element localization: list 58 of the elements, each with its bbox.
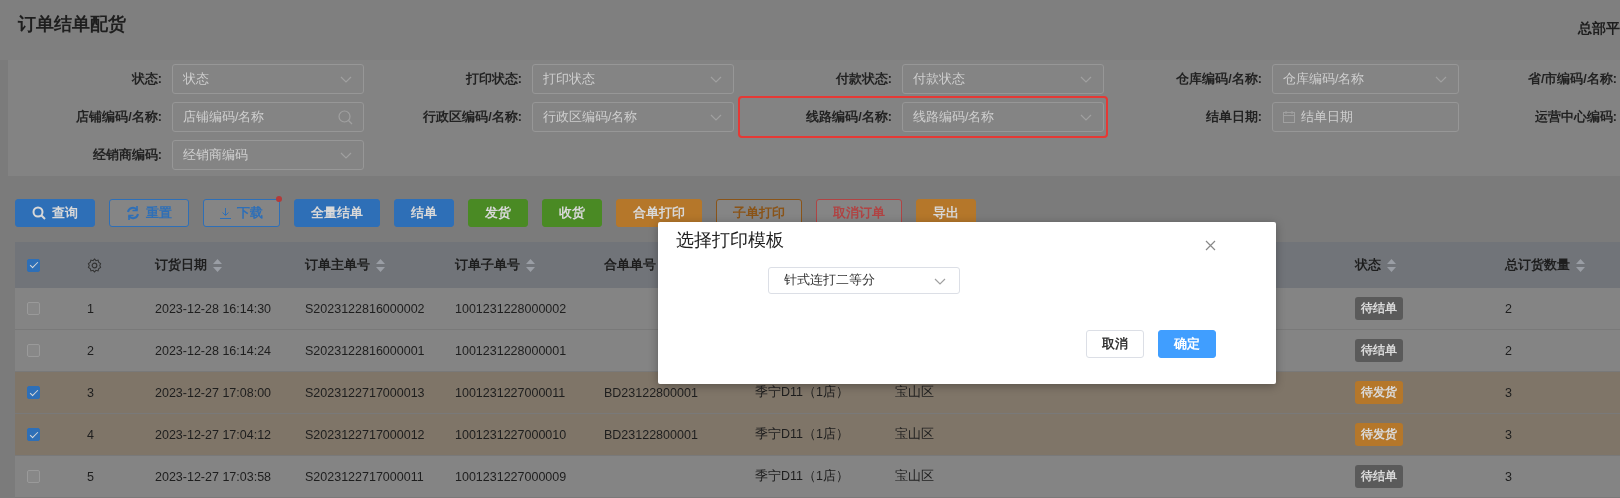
- filter-label: 经销商编码:: [91, 146, 163, 164]
- table-cell: 1001231227000010: [455, 427, 567, 442]
- table-cell: 季宁D11（1店）: [755, 468, 849, 485]
- column-header: 总订货数量: [1505, 256, 1570, 274]
- table-cell: 2023-12-28 16:14:24: [155, 343, 272, 358]
- filter-label: 省/市编码/名称:: [1526, 70, 1618, 88]
- column-header: 状态: [1355, 256, 1381, 274]
- dialog-title: 选择打印模板: [676, 229, 784, 252]
- table-cell: 2023-12-27 17:03:58: [155, 469, 272, 484]
- platform-name: 总部平: [1578, 20, 1620, 38]
- table-cell: 1001231227000011: [455, 385, 566, 400]
- filter-label: 线路编码/名称:: [805, 108, 893, 126]
- table-cell: 宝山区: [895, 468, 934, 485]
- page-title: 订单结单配货: [18, 13, 126, 36]
- table-cell: 2: [1505, 301, 1512, 316]
- row-number: 4: [87, 427, 94, 442]
- table-cell: BD23122800001: [604, 385, 698, 400]
- filter-label: 仓库编码/名称:: [1175, 70, 1263, 88]
- table-cell: 宝山区: [895, 426, 934, 443]
- table-cell: 宝山区: [895, 384, 934, 401]
- table-cell: S2023122816000002: [305, 301, 425, 316]
- filter-label: 运营中心编码:: [1533, 108, 1618, 126]
- filter-label: 打印状态:: [464, 70, 523, 88]
- column-header: 订单子单号: [455, 256, 520, 274]
- row-number: 3: [87, 385, 94, 400]
- status-tag: 待发货: [1355, 381, 1403, 404]
- table-cell: 3: [1505, 469, 1512, 484]
- filter-label: 状态:: [130, 70, 163, 88]
- table-cell: S2023122816000001: [305, 343, 425, 358]
- table-cell: 季宁D11（1店）: [755, 426, 849, 443]
- row-number: 5: [87, 469, 94, 484]
- row-number: 1: [87, 301, 94, 316]
- status-tag: 待结单: [1355, 297, 1403, 320]
- table-cell: 2023-12-27 17:04:12: [155, 427, 272, 442]
- table-cell: 2023-12-28 16:14:30: [155, 301, 272, 316]
- table-cell: 3: [1505, 385, 1512, 400]
- column-header: 订单主单号: [305, 256, 370, 274]
- status-tag: 待结单: [1355, 339, 1403, 362]
- filter-label: 行政区编码/名称:: [422, 108, 523, 126]
- row-number: 2: [87, 343, 94, 358]
- status-tag: 待结单: [1355, 465, 1403, 488]
- table-cell: S2023122717000011: [305, 469, 424, 484]
- status-tag: 待发货: [1355, 423, 1403, 446]
- filter-label: 结单日期:: [1204, 108, 1263, 126]
- table-cell: S2023122717000013: [305, 385, 425, 400]
- table-cell: 季宁D11（1店）: [755, 384, 849, 401]
- column-header: 合单单号: [604, 256, 656, 274]
- table-cell: 1001231228000002: [455, 301, 567, 316]
- table-cell: 2023-12-27 17:08:00: [155, 385, 272, 400]
- column-header: 订货日期: [155, 256, 207, 274]
- filter-label: 店铺编码/名称:: [75, 108, 163, 126]
- table-cell: BD23122800001: [604, 427, 698, 442]
- table-cell: S2023122717000012: [305, 427, 425, 442]
- table-cell: 2: [1505, 343, 1512, 358]
- table-cell: 3: [1505, 427, 1512, 442]
- table-cell: 1001231227000009: [455, 469, 567, 484]
- table-cell: 1001231228000001: [455, 343, 567, 358]
- filter-label: 付款状态:: [834, 70, 893, 88]
